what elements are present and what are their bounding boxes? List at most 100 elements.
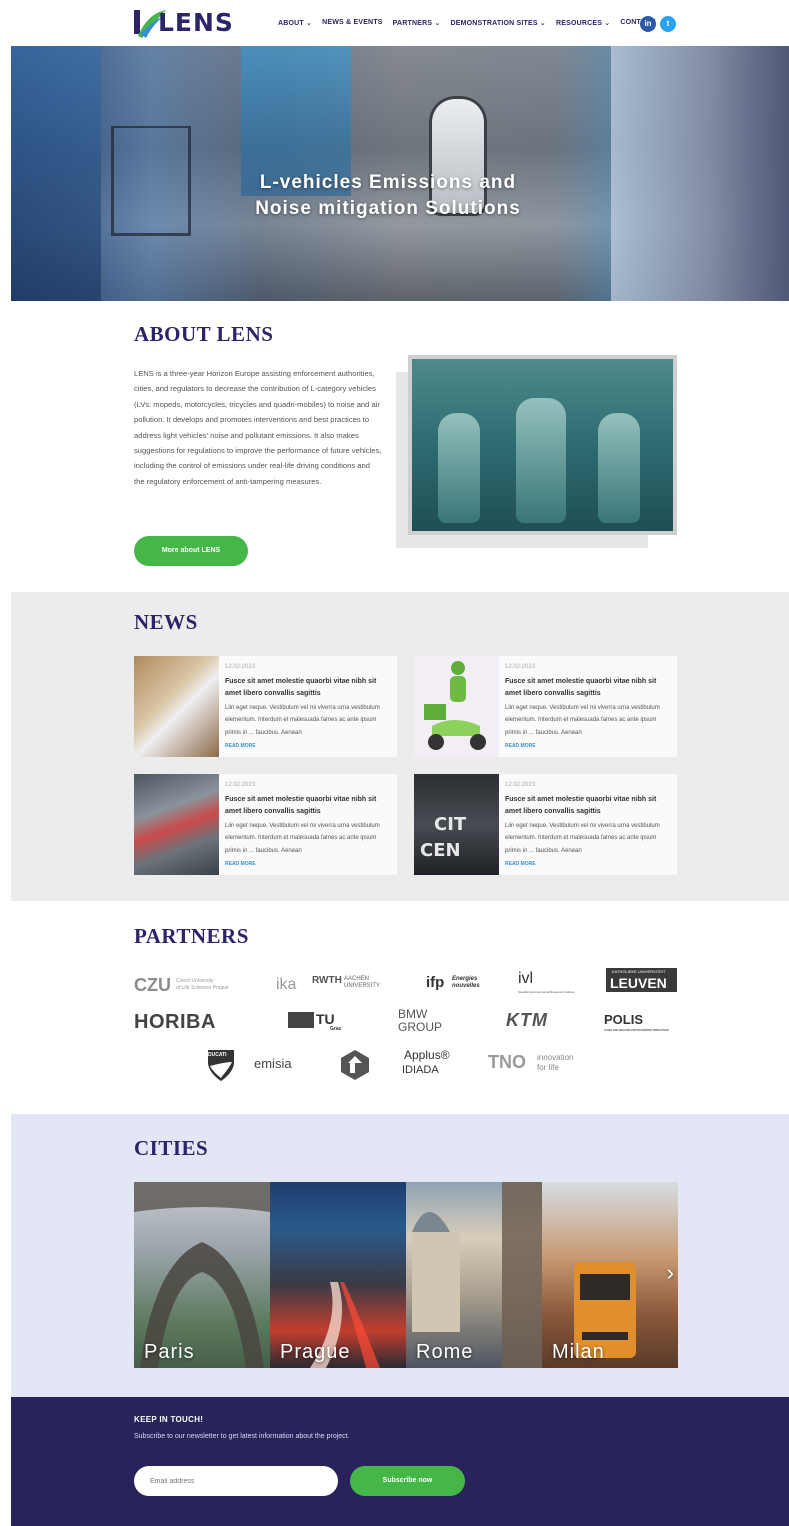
news-date: 12.02.2023 <box>225 782 256 788</box>
partner-logo-emisia[interactable]: emisia <box>254 1056 292 1071</box>
tno-mark: TNO <box>488 1052 526 1072</box>
news-date: 12.02.2023 <box>225 664 256 670</box>
twitter-icon[interactable]: t <box>660 16 676 32</box>
tno-sub2: for life <box>537 1063 559 1072</box>
ika-mark: ika <box>276 976 297 993</box>
read-more-link[interactable]: READ MORE <box>505 861 673 867</box>
city-card-rome[interactable]: Rome <box>406 1182 542 1368</box>
carousel-next-icon[interactable]: › <box>667 1260 674 1286</box>
nav-demonstration-sites[interactable]: DEMONSTRATION SITES ⌄ <box>450 19 546 27</box>
partner-logo-piaggio[interactable] <box>340 1049 370 1081</box>
delivery-scooter-icon <box>424 661 486 750</box>
news-date: 12.02.2023 <box>505 664 536 670</box>
svg-text:CEN: CEN <box>420 840 461 861</box>
read-more-link[interactable]: READ MORE <box>225 743 393 749</box>
news-excerpt: Liin eget neque. Vestibulum vel mi viver… <box>505 823 660 854</box>
leuven-sub: KATHOLIEKE UNIVERSITEIT <box>612 969 666 974</box>
read-more-link[interactable]: READ MORE <box>505 743 673 749</box>
rwth-mark: RWTH <box>312 975 342 986</box>
main-nav: ABOUT ⌄ NEWS & EVENTS PARTNERS ⌄ DEMONST… <box>278 19 665 27</box>
partners-title: PARTNERS <box>134 924 249 948</box>
czu-sub2: of Life Sciences Prague <box>176 985 229 991</box>
rwth-sub1: AACHEN <box>344 976 370 982</box>
scooter-1 <box>438 413 480 523</box>
news-body: 12.02.2023 Fusce sit amet molestie quaor… <box>505 664 673 749</box>
news-image-city-centre: CIT CEN <box>414 774 499 875</box>
bmw-line1: BMW <box>398 1007 428 1021</box>
leuven-mark: LEUVEN <box>610 975 667 991</box>
site-header: LENS ABOUT ⌄ NEWS & EVENTS PARTNERS ⌄ DE… <box>0 0 789 46</box>
news-image-newspaper <box>134 656 219 757</box>
applus-mark: Applus® <box>404 1048 450 1062</box>
hero-banner: L-vehicles Emissions and Noise mitigatio… <box>11 46 789 301</box>
read-more-link[interactable]: READ MORE <box>225 861 393 867</box>
news-card[interactable]: CIT CEN 12.02.2023 Fusce sit amet molest… <box>414 774 677 875</box>
polis-mark: POLIS <box>604 1012 644 1027</box>
city-name: Paris <box>144 1341 195 1363</box>
news-excerpt: Liin eget neque. Vestibulum vel mi viver… <box>505 705 660 736</box>
ivl-sub: Swedish Environmental Research Institute <box>518 990 575 994</box>
city-card-prague[interactable]: Prague <box>270 1182 406 1368</box>
city-card-milan[interactable]: Milan › <box>542 1182 678 1368</box>
nav-about[interactable]: ABOUT ⌄ <box>278 19 312 27</box>
news-image-traffic <box>134 774 219 875</box>
city-name: Milan <box>552 1341 605 1363</box>
more-about-button[interactable]: More about LENS <box>134 536 248 566</box>
ivl-mark: ivl <box>518 970 534 987</box>
rwth-sub2: UNIVERSITY <box>344 983 381 989</box>
news-body: 12.02.2023 Fusce sit amet molestie quaor… <box>225 664 393 749</box>
ifp-sub2: nouvelles <box>452 983 480 989</box>
scooter-2 <box>516 398 566 523</box>
newsletter-heading: KEEP IN TOUCH! <box>134 1415 204 1424</box>
about-title: ABOUT LENS <box>134 322 274 346</box>
news-excerpt: Liin eget neque. Vestibulum vel mi viver… <box>225 705 380 736</box>
city-card-paris[interactable]: Paris <box>134 1182 270 1368</box>
bmw-line2: GROUP <box>398 1020 443 1034</box>
hero-title: L-vehicles Emissions and Noise mitigatio… <box>11 170 765 222</box>
nav-partners[interactable]: PARTNERS ⌄ <box>393 19 441 27</box>
email-input[interactable] <box>134 1466 338 1496</box>
ifp-sub1: Energies <box>452 976 478 982</box>
news-headline[interactable]: Fusce sit amet molestie quaorbi vitae ni… <box>225 676 393 700</box>
idiada-mark: IDIADA <box>402 1064 439 1076</box>
news-date: 12.02.2023 <box>505 782 536 788</box>
about-text: LENS is a three-year Horizon Europe assi… <box>134 369 382 486</box>
news-body: 12.02.2023 Fusce sit amet molestie quaor… <box>225 782 393 867</box>
nav-resources[interactable]: RESOURCES ⌄ <box>556 19 610 27</box>
about-photo-scooters <box>408 355 677 535</box>
subscribe-button[interactable]: Subscribe now <box>350 1466 465 1496</box>
road-marking-icon: CIT CEN <box>420 814 467 861</box>
news-body: 12.02.2023 Fusce sit amet molestie quaor… <box>505 782 673 867</box>
tu-sub: Graz <box>330 1026 342 1032</box>
scooter-3 <box>598 413 640 523</box>
nav-news-events[interactable]: NEWS & EVENTS <box>322 19 383 27</box>
cities-title: CITIES <box>134 1136 209 1160</box>
logo-text: LENS <box>158 8 234 37</box>
partner-logo-horiba[interactable]: HORIBA <box>134 1011 216 1034</box>
news-headline[interactable]: Fusce sit amet molestie quaorbi vitae ni… <box>505 794 673 818</box>
tno-sub1: innovation <box>537 1053 574 1062</box>
news-excerpt: Liin eget neque. Vestibulum vel mi viver… <box>225 823 380 854</box>
news-image-delivery-scooter <box>414 656 499 757</box>
tu-mark: TU <box>316 1011 335 1027</box>
news-card[interactable]: 12.02.2023 Fusce sit amet molestie quaor… <box>134 656 397 757</box>
svg-text:CIT: CIT <box>434 814 467 835</box>
linkedin-icon[interactable]: in <box>640 16 656 32</box>
news-headline[interactable]: Fusce sit amet molestie quaorbi vitae ni… <box>505 676 673 700</box>
news-card[interactable]: 12.02.2023 Fusce sit amet molestie quaor… <box>414 656 677 757</box>
czu-mark: CZU <box>134 975 171 995</box>
lens-logo[interactable]: LENS <box>132 6 233 40</box>
partner-logo-ktm[interactable]: KTM <box>506 1010 548 1031</box>
city-name: Rome <box>416 1341 474 1363</box>
city-name: Prague <box>280 1341 351 1363</box>
czu-sub1: Czech University <box>176 978 214 984</box>
ducati-mark: DUCATI <box>208 1052 227 1058</box>
news-headline[interactable]: Fusce sit amet molestie quaorbi vitae ni… <box>225 794 393 818</box>
newsletter-text: Subscribe to our newsletter to get lates… <box>134 1433 350 1440</box>
ifp-mark: ifp <box>426 974 445 991</box>
hero-title-line2: Noise mitigation Solutions <box>255 198 521 219</box>
news-title: NEWS <box>134 610 198 634</box>
tu-graz-blocks <box>288 1012 314 1028</box>
polis-sub: CITIES AND REGIONS FOR TRANSPORT INNOVAT… <box>604 1029 669 1032</box>
news-card[interactable]: 12.02.2023 Fusce sit amet molestie quaor… <box>134 774 397 875</box>
